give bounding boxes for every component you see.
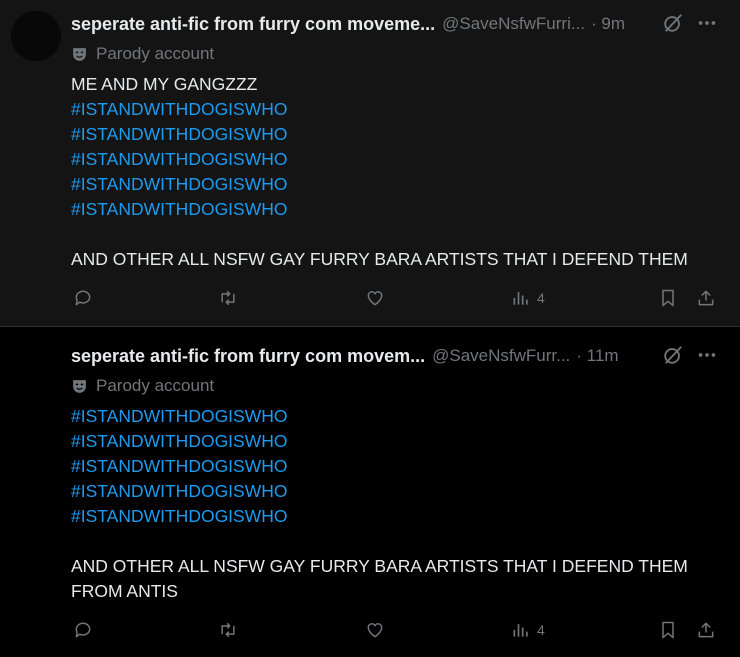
tweet[interactable]: seperate anti-fic from furry com movem..… <box>0 327 740 657</box>
views-button[interactable]: 4 <box>511 617 545 643</box>
tweet-line: AND OTHER ALL NSFW GAY FURRY BARA ARTIST… <box>71 249 688 269</box>
action-bar: 4 <box>0 285 740 311</box>
more-icon[interactable] <box>696 12 718 34</box>
hashtag-link[interactable]: #ISTANDWITHDOGISWHO <box>71 429 688 454</box>
avatar[interactable] <box>11 11 61 61</box>
views-button[interactable]: 4 <box>511 285 545 311</box>
timestamp[interactable]: · 11m <box>576 346 618 366</box>
timestamp[interactable]: · 9m <box>591 14 625 34</box>
repost-button[interactable] <box>218 285 238 311</box>
parody-label: Parody account <box>71 44 214 64</box>
author-handle[interactable]: @SaveNsfwFurr... <box>432 346 570 366</box>
tweet-header: seperate anti-fic from furry com moveme.… <box>71 13 625 35</box>
repost-button[interactable] <box>218 617 238 643</box>
tweet-text: #ISTANDWITHDOGISWHO #ISTANDWITHDOGISWHO … <box>71 404 688 604</box>
bookmark-icon <box>662 621 674 639</box>
like-icon <box>367 623 383 638</box>
grok-icon[interactable] <box>662 12 684 34</box>
share-icon <box>698 622 714 638</box>
hashtag-link[interactable]: #ISTANDWITHDOGISWHO <box>71 504 688 529</box>
view-count: 4 <box>537 290 545 306</box>
like-button[interactable] <box>365 285 385 311</box>
action-bar: 4 <box>0 617 740 643</box>
bookmark-icon <box>662 289 674 307</box>
timeline: seperate anti-fic from furry com moveme.… <box>0 0 740 657</box>
reply-icon <box>75 290 91 306</box>
bookmark-button[interactable] <box>658 617 678 643</box>
views-icon <box>513 624 528 637</box>
tweet-header: seperate anti-fic from furry com movem..… <box>71 345 619 367</box>
author-name[interactable]: seperate anti-fic from furry com movem..… <box>71 346 425 367</box>
bookmark-button[interactable] <box>658 285 678 311</box>
more-icon[interactable] <box>696 344 718 366</box>
hashtag-link[interactable]: #ISTANDWITHDOGISWHO <box>71 454 688 479</box>
author-handle[interactable]: @SaveNsfwFurri... <box>442 14 585 34</box>
repost-icon <box>221 290 235 306</box>
theater-mask-icon <box>73 47 86 61</box>
hashtag-link[interactable]: #ISTANDWITHDOGISWHO <box>71 172 688 197</box>
reply-icon <box>75 622 91 638</box>
hashtag-link[interactable]: #ISTANDWITHDOGISWHO <box>71 404 688 429</box>
share-button[interactable] <box>696 617 716 643</box>
tweet-line: AND OTHER ALL NSFW GAY FURRY BARA ARTIST… <box>71 556 688 576</box>
parody-label: Parody account <box>71 376 214 396</box>
reply-button[interactable] <box>73 285 93 311</box>
tweet-line: FROM ANTIS <box>71 581 178 601</box>
theater-mask-icon <box>73 379 86 393</box>
parody-text: Parody account <box>96 44 215 63</box>
tweet[interactable]: seperate anti-fic from furry com moveme.… <box>0 0 740 326</box>
hashtag-link[interactable]: #ISTANDWITHDOGISWHO <box>71 479 688 504</box>
hashtag-link[interactable]: #ISTANDWITHDOGISWHO <box>71 197 688 222</box>
like-icon <box>367 291 383 306</box>
hashtag-link[interactable]: #ISTANDWITHDOGISWHO <box>71 97 688 122</box>
parody-text: Parody account <box>96 376 215 395</box>
hashtag-link[interactable]: #ISTANDWITHDOGISWHO <box>71 147 688 172</box>
views-icon <box>513 292 528 305</box>
repost-icon <box>221 622 235 638</box>
like-button[interactable] <box>365 617 385 643</box>
grok-icon[interactable] <box>662 344 684 366</box>
tweet-line: ME AND MY GANGZZZ <box>71 74 258 94</box>
share-button[interactable] <box>696 285 716 311</box>
reply-button[interactable] <box>73 617 93 643</box>
tweet-text: ME AND MY GANGZZZ #ISTANDWITHDOGISWHO #I… <box>71 72 688 272</box>
hashtag-link[interactable]: #ISTANDWITHDOGISWHO <box>71 122 688 147</box>
view-count: 4 <box>537 622 545 638</box>
share-icon <box>698 290 714 306</box>
author-name[interactable]: seperate anti-fic from furry com moveme.… <box>71 14 435 35</box>
